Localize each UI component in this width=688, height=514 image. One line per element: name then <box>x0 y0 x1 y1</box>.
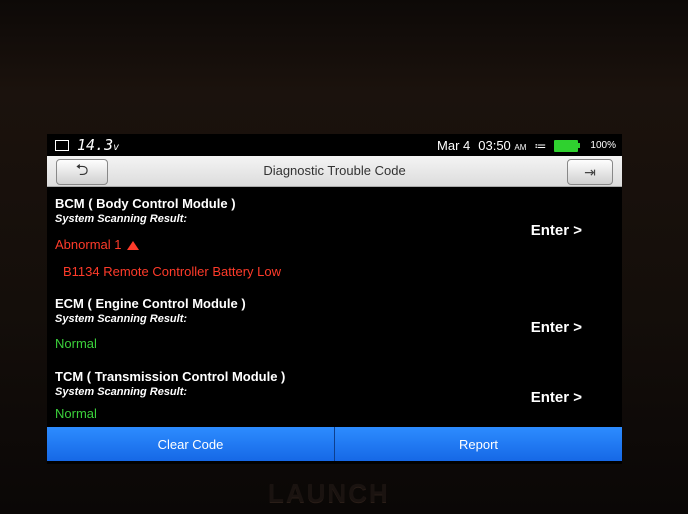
status-time: 03:50 <box>478 138 511 153</box>
module-scan-label: System Scanning Result: <box>55 213 188 225</box>
page-title: Diagnostic Trouble Code <box>263 163 406 178</box>
warning-triangle-icon <box>127 241 140 251</box>
module-status: Normal <box>55 406 97 421</box>
module-status-text: Abnormal 1 <box>55 237 122 252</box>
status-date: Mar 4 <box>437 138 471 153</box>
status-bar: 14.3v Mar 4 03:50 AM ≔ 100% <box>47 134 622 156</box>
enter-button-ecm[interactable]: Enter > <box>531 319 582 336</box>
dtc-entry[interactable]: B1134 Remote Controller Battery Low <box>63 264 281 279</box>
status-time-group: 03:50 AM <box>478 138 526 153</box>
module-tcm: TCM ( Transmission Control Module ) Syst… <box>47 369 622 424</box>
exit-button[interactable]: ⇥ <box>567 159 613 185</box>
module-status: Normal <box>55 336 97 351</box>
module-title: ECM ( Engine Control Module ) <box>55 296 246 311</box>
status-right: Mar 4 03:50 AM ≔ 100% <box>437 138 616 153</box>
voltage-readout: 14.3v <box>55 136 119 154</box>
voltage-unit: v <box>113 142 120 153</box>
status-ampm: AM <box>514 143 527 152</box>
module-title: TCM ( Transmission Control Module ) <box>55 369 286 384</box>
report-button[interactable]: Report <box>335 427 622 461</box>
device-screen: 14.3v Mar 4 03:50 AM ≔ 100% ⮌ Diagnostic… <box>47 134 622 464</box>
module-bcm: BCM ( Body Control Module ) System Scann… <box>47 196 622 288</box>
module-status: Abnormal 1 <box>55 237 140 252</box>
enter-button-bcm[interactable]: Enter > <box>531 222 582 239</box>
module-scan-label: System Scanning Result: <box>55 313 188 325</box>
exit-icon: ⇥ <box>584 163 596 180</box>
battery-percent: 100% <box>590 140 616 151</box>
clear-code-button[interactable]: Clear Code <box>47 427 335 461</box>
brand-logo: LAUNCH <box>268 478 390 508</box>
wifi-icon: ≔ <box>534 138 547 153</box>
voltage-value: 14.3 <box>77 136 114 154</box>
module-title: BCM ( Body Control Module ) <box>55 196 236 211</box>
bottom-button-bar: Clear Code Report <box>47 427 622 464</box>
title-bar: ⮌ Diagnostic Trouble Code ⇥ <box>47 156 622 187</box>
module-scan-label: System Scanning Result: <box>55 386 188 398</box>
enter-button-tcm[interactable]: Enter > <box>531 389 582 406</box>
car-battery-icon <box>55 140 69 151</box>
module-ecm: ECM ( Engine Control Module ) System Sca… <box>47 296 622 356</box>
battery-icon <box>554 139 581 152</box>
